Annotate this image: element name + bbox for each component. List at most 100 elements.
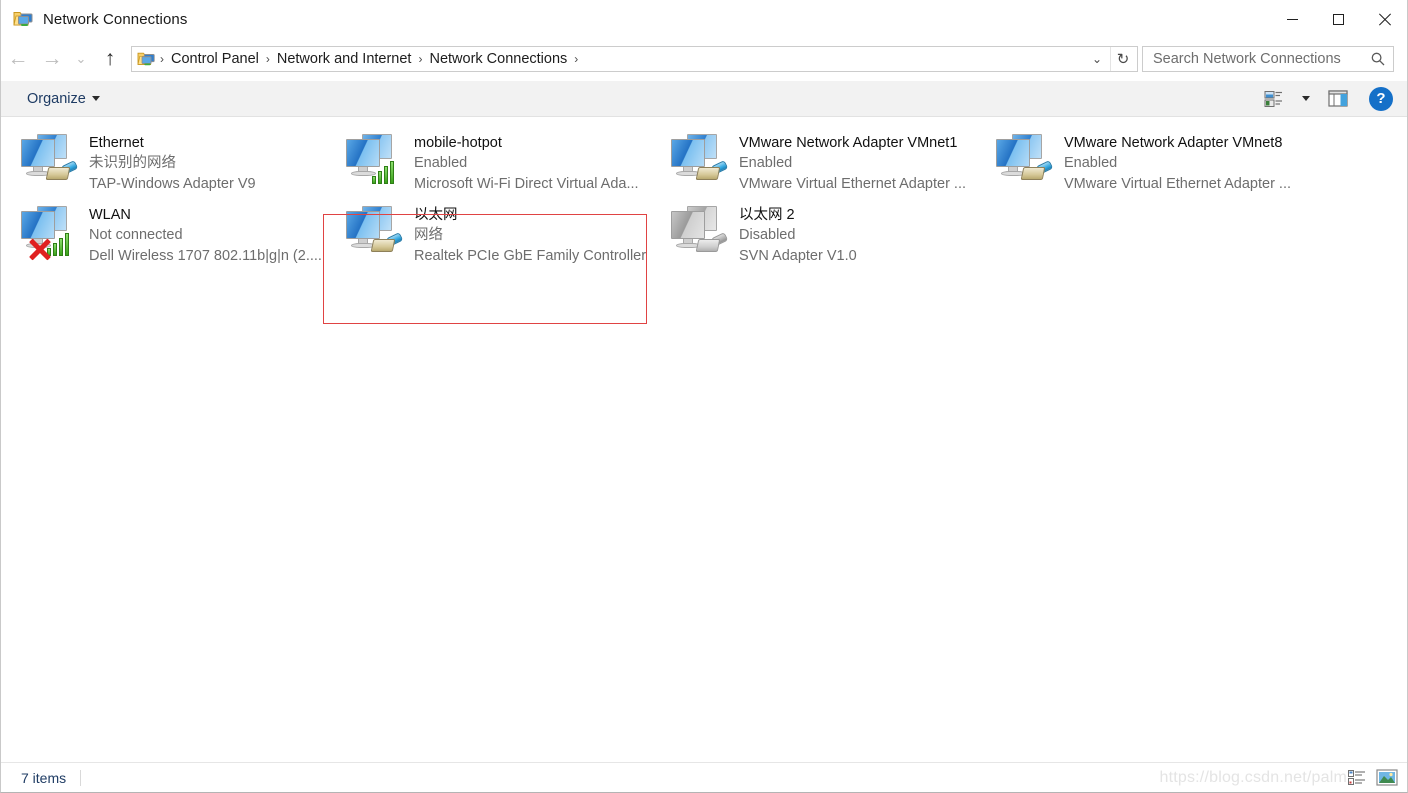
preview-pane-button[interactable] bbox=[1323, 85, 1353, 113]
signal-bars-icon bbox=[47, 230, 77, 256]
details-view-button[interactable] bbox=[1345, 767, 1369, 789]
ethernet-adapter-icon bbox=[17, 130, 81, 190]
help-button[interactable]: ? bbox=[1369, 86, 1393, 111]
search-input[interactable] bbox=[1151, 48, 1356, 70]
up-button[interactable]: ↑ bbox=[93, 42, 127, 76]
breadcrumb-separator: › bbox=[265, 52, 270, 66]
breadcrumb-control-panel[interactable]: Control Panel bbox=[167, 47, 263, 71]
forward-button[interactable]: → bbox=[35, 42, 69, 76]
refresh-icon[interactable]: ↻ bbox=[1110, 47, 1135, 71]
connection-name: VMware Network Adapter VMnet1 bbox=[739, 135, 958, 151]
breadcrumb-separator: › bbox=[574, 52, 579, 66]
organize-label: Organize bbox=[27, 90, 86, 107]
connection-status: Enabled bbox=[739, 155, 793, 171]
chevron-down-icon bbox=[91, 96, 100, 101]
maximize-icon bbox=[1332, 13, 1344, 25]
connection-item[interactable]: Ethernet 未识别的网络 TAP-Windows Adapter V9 bbox=[13, 126, 338, 198]
window-title: Network Connections bbox=[43, 10, 188, 28]
large-icons-view-icon bbox=[1376, 769, 1398, 786]
preview-pane-icon bbox=[1328, 90, 1348, 107]
chevron-down-icon[interactable]: ⌄ bbox=[1085, 47, 1109, 71]
address-bar[interactable]: › Control Panel › Network and Internet ›… bbox=[131, 46, 1138, 72]
connection-item[interactable]: WLAN Not connected Dell Wireless 1707 802.… bbox=[13, 198, 338, 270]
connection-name: 以太网 bbox=[414, 207, 458, 223]
rj45-connector-icon bbox=[45, 160, 79, 184]
connection-name: mobile-hotpot bbox=[414, 135, 502, 151]
status-divider bbox=[80, 769, 82, 786]
connection-name: WLAN bbox=[89, 207, 131, 223]
navigation-bar: ← → ⌄ ↑ › Control Panel › Network and In… bbox=[1, 38, 1407, 80]
connection-device: Realtek PCIe GbE Family Controller bbox=[414, 248, 647, 264]
connection-text: Ethernet 未识别的网络 TAP-Windows Adapter V9 bbox=[89, 130, 256, 195]
rj45-connector-icon bbox=[695, 232, 729, 256]
ethernet-adapter-icon bbox=[667, 130, 731, 190]
connection-status: 网络 bbox=[414, 227, 443, 243]
watermark-text: https://blog.csdn.net/palm bbox=[1159, 768, 1347, 786]
connections-grid: Ethernet 未识别的网络 TAP-Windows Adapter V9 WLAN… bbox=[13, 126, 1313, 286]
status-view-toggles bbox=[1345, 767, 1399, 789]
connection-status: Enabled bbox=[414, 155, 468, 171]
rj45-connector-icon bbox=[1020, 160, 1054, 184]
connection-device: Dell Wireless 1707 802.11b|g|n (2.... bbox=[89, 248, 322, 264]
rj45-connector-icon bbox=[695, 160, 729, 184]
address-network-folder-icon bbox=[137, 50, 157, 68]
connection-item[interactable]: 以太网 2 Disabled SVN Adapter V1.0 bbox=[663, 198, 988, 270]
command-bar-right-group: ? bbox=[1259, 85, 1397, 113]
search-box[interactable] bbox=[1142, 46, 1394, 72]
connection-status: Enabled bbox=[1064, 155, 1118, 171]
connection-item[interactable]: VMware Network Adapter VMnet8 Enabled VMwa… bbox=[988, 126, 1313, 198]
recent-locations-button[interactable]: ⌄ bbox=[69, 42, 93, 76]
connection-text: VMware Network Adapter VMnet1 Enabled VMwa… bbox=[739, 130, 966, 195]
breadcrumb-separator: › bbox=[160, 52, 164, 66]
view-options-icon bbox=[1264, 90, 1282, 107]
ethernet-adapter-icon bbox=[342, 202, 406, 262]
connection-item[interactable]: mobile-hotpot Enabled Microsoft Wi-Fi Dire… bbox=[338, 126, 663, 198]
connection-device: TAP-Windows Adapter V9 bbox=[89, 176, 256, 192]
back-button[interactable]: ← bbox=[1, 42, 35, 76]
close-button[interactable] bbox=[1361, 0, 1407, 38]
connection-text: 以太网 2 Disabled SVN Adapter V1.0 bbox=[739, 202, 857, 267]
network-connections-window: Network Connections ← → ⌄ ↑ › Control Pa… bbox=[0, 0, 1408, 793]
minimize-button[interactable] bbox=[1269, 0, 1315, 38]
breadcrumb-network-connections[interactable]: Network Connections bbox=[425, 47, 571, 71]
item-count-label: 7 items bbox=[21, 769, 67, 786]
connection-text: VMware Network Adapter VMnet8 Enabled VMwa… bbox=[1064, 130, 1291, 195]
signal-bars-icon bbox=[372, 158, 402, 184]
breadcrumb-separator: › bbox=[418, 52, 423, 66]
maximize-button[interactable] bbox=[1315, 0, 1361, 38]
wireless-adapter-icon bbox=[342, 130, 406, 190]
connection-text: WLAN Not connected Dell Wireless 1707 802.… bbox=[89, 202, 322, 267]
connection-device: SVN Adapter V1.0 bbox=[739, 248, 857, 264]
ethernet-adapter-icon bbox=[667, 202, 731, 262]
chevron-down-icon bbox=[1302, 96, 1310, 101]
connection-name: VMware Network Adapter VMnet8 bbox=[1064, 135, 1283, 151]
connection-device: VMware Virtual Ethernet Adapter ... bbox=[1064, 176, 1292, 192]
wireless-adapter-icon bbox=[17, 202, 81, 262]
connection-name: Ethernet bbox=[89, 135, 144, 151]
connection-status: 未识别的网络 bbox=[89, 155, 176, 171]
connection-item[interactable]: VMware Network Adapter VMnet1 Enabled VMwa… bbox=[663, 126, 988, 198]
ethernet-adapter-icon bbox=[992, 130, 1056, 190]
large-icons-view-button[interactable] bbox=[1375, 767, 1399, 789]
connection-name: 以太网 2 bbox=[739, 207, 795, 223]
error-x-icon bbox=[29, 238, 51, 260]
search-icon[interactable] bbox=[1368, 49, 1388, 69]
organize-button[interactable]: Organize bbox=[21, 88, 106, 110]
breadcrumb-network-and-internet[interactable]: Network and Internet bbox=[273, 47, 416, 71]
close-icon bbox=[1378, 13, 1391, 26]
connections-list-area[interactable]: Ethernet 未识别的网络 TAP-Windows Adapter V9 WLAN… bbox=[1, 118, 1407, 762]
connection-status: Disabled bbox=[739, 227, 796, 243]
command-bar: Organize ? bbox=[1, 81, 1407, 117]
connection-device: Microsoft Wi-Fi Direct Virtual Ada... bbox=[414, 176, 639, 192]
connection-text: mobile-hotpot Enabled Microsoft Wi-Fi Dire… bbox=[414, 130, 639, 195]
window-controls bbox=[1269, 0, 1407, 38]
minimize-icon bbox=[1286, 18, 1298, 20]
view-options-dropdown-button[interactable] bbox=[1291, 85, 1321, 113]
connection-status: Not connected bbox=[89, 227, 183, 243]
connection-device: VMware Virtual Ethernet Adapter ... bbox=[739, 176, 967, 192]
view-options-button[interactable] bbox=[1259, 85, 1289, 113]
title-bar: Network Connections bbox=[1, 0, 1407, 38]
connection-text: 以太网网络 Realtek PCIe GbE Family Controller bbox=[414, 202, 646, 267]
connection-item[interactable]: 以太网网络 Realtek PCIe GbE Family Controller bbox=[338, 198, 663, 270]
status-bar: 7 items https://blog.csdn.net/palm bbox=[1, 762, 1407, 792]
